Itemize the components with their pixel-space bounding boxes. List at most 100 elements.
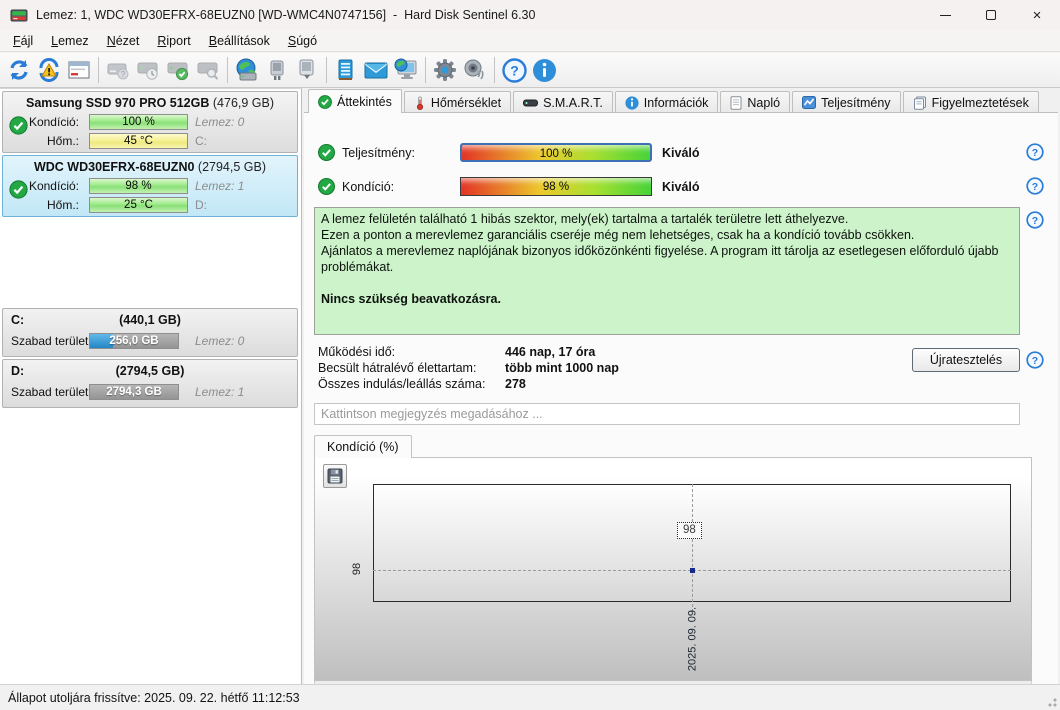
retest-button[interactable]: Újratesztelés (912, 348, 1020, 372)
help-icon[interactable]: ? (1026, 211, 1044, 229)
chart-point-label: 98 (677, 522, 702, 539)
app-icon (10, 9, 28, 22)
help-button[interactable]: ? (499, 55, 529, 85)
tabstrip: Áttekintés Hőmérséklet S.M.A.R.T. Inform… (304, 88, 1058, 113)
disk-search-button[interactable] (193, 55, 223, 85)
network-disk-button[interactable] (232, 55, 262, 85)
tab-label: Teljesítmény (821, 95, 891, 110)
comment-input[interactable] (314, 403, 1020, 425)
disk-connect-button[interactable] (262, 55, 292, 85)
sound-button[interactable] (460, 55, 490, 85)
tab-smart[interactable]: S.M.A.R.T. (513, 91, 613, 113)
tab-alerts[interactable]: Figyelmeztetések (902, 91, 1039, 113)
message-line: Ezen a ponton a merevlemez garanciális c… (321, 228, 915, 242)
help-icon[interactable]: ? (1026, 177, 1044, 195)
ok-check-icon (318, 144, 335, 161)
condition-rating: Kiváló (662, 180, 700, 194)
chart-x-tick: 2025. 09. 09. (686, 606, 699, 672)
menu-disk[interactable]: Lemez (42, 32, 98, 50)
chart-data-point[interactable] (690, 568, 695, 573)
floppy-save-icon (327, 468, 343, 484)
volume-drive: C: (11, 313, 25, 327)
menu-view[interactable]: Nézet (98, 32, 149, 50)
tab-performance[interactable]: Teljesítmény (792, 91, 901, 113)
condition-bar: 98 % (460, 177, 652, 196)
condition-row: Kondíció: 98 % Kiváló ? (304, 177, 1058, 197)
stat-label: Működési idő: (318, 345, 396, 359)
condition-label: Kondíció: (28, 178, 79, 193)
free-space-value: 2794,3 GB (106, 386, 162, 398)
chart-y-tick: 98 (351, 562, 363, 576)
save-chart-button[interactable] (323, 464, 347, 488)
thermometer-icon (416, 95, 423, 110)
condition-history-chart: 98 98 2025. 09. 09. (314, 457, 1032, 681)
minimize-icon (939, 14, 951, 16)
help-icon: ? (501, 57, 527, 83)
refresh-button[interactable] (4, 55, 34, 85)
main-panel: Áttekintés Hőmérséklet S.M.A.R.T. Inform… (304, 88, 1058, 701)
free-space-value: 256,0 GB (109, 335, 159, 347)
menu-report[interactable]: Riport (148, 32, 199, 50)
tab-overview[interactable]: Áttekintés (308, 89, 402, 113)
menu-settings[interactable]: Beállítások (200, 32, 279, 50)
svg-text:?: ? (1032, 181, 1038, 193)
disk-index-label: Lemez: 1 (195, 385, 245, 399)
health-message-box: A lemez felületén található 1 hibás szek… (314, 207, 1020, 335)
tab-temperature[interactable]: Hőmérséklet (403, 91, 512, 113)
message-line: Ajánlatos a merevlemez naplójának bizony… (321, 244, 999, 274)
stat-label: Becsült hátralévő élettartam: (318, 361, 477, 375)
window-title: Lemez: 1, WDC WD30EFRX-68EUZN0 [WD-WMC4N… (36, 8, 536, 22)
refresh-warning-icon (39, 58, 59, 82)
document-icon (730, 95, 742, 110)
tab-label: Figyelmeztetések (931, 95, 1029, 110)
report-window-button[interactable] (64, 55, 94, 85)
app-window: Lemez: 1, WDC WD30EFRX-68EUZN0 [WD-WMC4N… (0, 0, 1060, 710)
disk-index-label: Lemez: 0 (195, 114, 245, 129)
minimize-button[interactable] (922, 0, 968, 30)
toolbar-separator (425, 57, 426, 83)
disk-title: Samsung SSD 970 PRO 512GB (476,9 GB) (3, 92, 297, 110)
temperature-label: Hőm.: (46, 133, 79, 148)
menu-help[interactable]: Súgó (279, 32, 326, 50)
condition-label: Kondíció: (28, 114, 79, 129)
disk-clock-button[interactable] (133, 55, 163, 85)
sidebar-volume-d[interactable]: (2794,5 GB) D: Szabad terület 2794,3 GB … (2, 359, 298, 408)
remote-monitor-button[interactable] (391, 55, 421, 85)
toolbar: ? ? (0, 53, 1060, 88)
sidebar-volume-c[interactable]: (440,1 GB) C: Szabad terület 256,0 GB Le… (2, 308, 298, 357)
refresh-warning-button[interactable] (34, 55, 64, 85)
tab-log[interactable]: Napló (720, 91, 791, 113)
maximize-icon (986, 10, 996, 20)
temperature-label: Hőm.: (46, 197, 79, 212)
ok-check-icon (318, 178, 335, 195)
menu-file[interactable]: Fájl (4, 32, 42, 50)
resize-grip[interactable] (1046, 696, 1057, 707)
notes-icon (338, 59, 353, 80)
disk-question-button[interactable]: ? (103, 55, 133, 85)
sidebar-disk-0[interactable]: Samsung SSD 970 PRO 512GB (476,9 GB) Kon… (2, 91, 298, 153)
tab-label: S.M.A.R.T. (543, 95, 603, 110)
stat-start-stop-count: Összes indulás/leállás száma: 278 (318, 377, 738, 393)
statusbar: Állapot utoljára frissítve: 2025. 09. 22… (0, 684, 1060, 710)
sidebar-disk-1[interactable]: WDC WD30EFRX-68EUZN0 (2794,5 GB) Kondíci… (2, 155, 298, 217)
status-text: Állapot utoljára frissítve: 2025. 09. 22… (8, 690, 300, 705)
refresh-icon (10, 60, 28, 80)
stat-power-on-time: Működési idő: 446 nap, 17 óra (318, 345, 738, 361)
help-icon[interactable]: ? (1026, 351, 1044, 369)
help-icon[interactable]: ? (1026, 143, 1044, 161)
close-button[interactable]: × (1014, 0, 1060, 30)
disk-eject-button[interactable] (292, 55, 322, 85)
info-button[interactable] (529, 55, 559, 85)
svg-text:?: ? (510, 62, 519, 78)
chart-tab-condition[interactable]: Kondíció (%) (314, 435, 412, 458)
message-line: A lemez felületén található 1 hibás szek… (321, 212, 849, 226)
settings-button[interactable] (430, 55, 460, 85)
email-button[interactable] (361, 55, 391, 85)
notes-button[interactable] (331, 55, 361, 85)
condition-bar: 98 % (89, 177, 188, 194)
tab-label: Információk (643, 95, 709, 110)
disk-check-button[interactable] (163, 55, 193, 85)
tab-information[interactable]: Információk (614, 91, 719, 113)
check-circle-icon (318, 94, 332, 109)
maximize-button[interactable] (968, 0, 1014, 30)
